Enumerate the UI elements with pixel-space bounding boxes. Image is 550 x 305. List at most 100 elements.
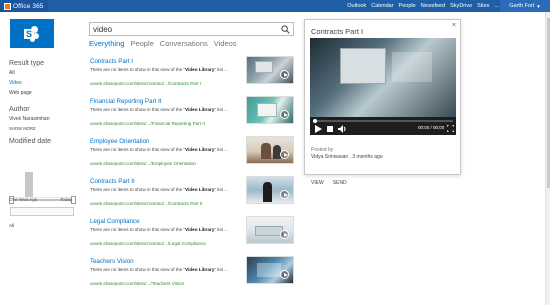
result-url[interactable]: vavek.sharepoint.com/sites/.../Employee … <box>90 161 196 166</box>
posted-by-label: Posted by <box>311 147 334 153</box>
sharepoint-site-logo[interactable]: S <box>10 19 54 48</box>
video-thumbnail[interactable] <box>246 176 294 204</box>
video-thumbnail[interactable] <box>246 96 294 124</box>
hover-panel: Contracts Part I × 00:00 / 00:00 Posted … <box>304 19 461 186</box>
result-item: Contracts Part I There are no items to s… <box>89 56 295 94</box>
video-thumbnail[interactable] <box>246 56 294 84</box>
close-icon[interactable]: × <box>452 22 456 29</box>
tab-videos[interactable]: Videos <box>214 39 237 48</box>
suite-link-calendar[interactable]: Calendar <box>371 3 393 9</box>
result-snippet: There are no items to show in this view … <box>90 107 229 112</box>
refiner-item-web-page[interactable]: Web page <box>9 90 79 96</box>
result-title[interactable]: Teachers Vision <box>90 258 134 265</box>
office-logo-icon <box>4 2 11 10</box>
result-title[interactable]: Employee Orientation <box>90 138 150 145</box>
refiner-item-all[interactable]: All <box>9 70 79 76</box>
refiner-heading-author: Author <box>9 106 30 113</box>
search-box <box>89 22 294 36</box>
suite-link-people[interactable]: People <box>399 3 416 9</box>
search-verticals: Everything People Conversations Videos <box>89 39 237 48</box>
suite-link-sites[interactable]: Sites <box>477 3 489 9</box>
video-thumbnail[interactable] <box>246 216 294 244</box>
date-range-box <box>10 207 74 216</box>
result-snippet: There are no items to show in this view … <box>90 187 229 192</box>
office365-brand[interactable]: Office 365 <box>0 0 48 12</box>
posted-by-author[interactable]: Vidya Srinivasan , 3 months ago <box>311 154 383 160</box>
result-snippet: There are no items to show in this view … <box>90 267 229 272</box>
search-icon[interactable] <box>281 25 290 34</box>
video-player[interactable] <box>310 38 456 117</box>
play-icon <box>280 230 289 239</box>
result-item: Contracts Part II There are no items to … <box>89 176 295 214</box>
search-input[interactable] <box>93 24 278 35</box>
video-content <box>340 48 386 84</box>
video-thumbnail[interactable] <box>246 136 294 164</box>
user-name: Garth Fort <box>509 3 535 9</box>
play-icon <box>280 110 289 119</box>
view-button[interactable]: VIEW <box>311 180 324 186</box>
brand-label: Office 365 <box>13 2 44 10</box>
refiner-item-video[interactable]: Video <box>9 80 79 86</box>
suite-link-newsfeed[interactable]: Newsfeed <box>421 3 445 9</box>
user-menu[interactable]: Garth Fort ▼ <box>500 0 550 12</box>
thumbnail-content <box>257 263 281 277</box>
tab-everything[interactable]: Everything <box>89 39 124 48</box>
stop-icon[interactable] <box>326 125 334 133</box>
video-thumbnail[interactable] <box>246 256 294 284</box>
video-time: 00:00 / 00:00 <box>418 125 445 130</box>
suite-link-skydrive[interactable]: SkyDrive <box>450 3 472 9</box>
refiner-panel: Result type All Video Web page Author Vi… <box>9 60 79 148</box>
play-icon <box>280 270 289 279</box>
result-snippet: There are no items to show in this view … <box>90 147 229 152</box>
play-icon[interactable] <box>314 125 322 133</box>
thumbnail-content <box>263 182 272 202</box>
fullscreen-icon[interactable] <box>447 125 454 132</box>
result-title[interactable]: Contracts Part I <box>90 58 133 65</box>
page-scrollbar[interactable] <box>545 12 550 305</box>
thumbnail-content <box>261 143 271 159</box>
slider-all-label[interactable]: All <box>9 224 14 229</box>
result-url[interactable]: vavek.sharepoint.com/sites/.../Financial… <box>90 121 205 126</box>
result-snippet: There are no items to show in this view … <box>90 67 229 72</box>
modified-date-histogram <box>9 172 75 198</box>
chevron-down-icon: ▼ <box>536 3 541 9</box>
thumbnail-content <box>255 61 273 73</box>
result-item: Teachers Vision There are no items to sh… <box>89 256 295 294</box>
slider-label-start: One Year Ago <box>9 197 38 202</box>
refiner-heading-result-type: Result type <box>9 60 45 67</box>
hover-panel-title: Contracts Part I <box>311 27 364 36</box>
result-item: Employee Orientation There are no items … <box>89 136 295 174</box>
play-icon <box>280 190 289 199</box>
video-controls: 00:00 / 00:00 <box>310 117 456 135</box>
volume-icon[interactable] <box>338 125 347 133</box>
result-item: Legal Compliance There are no items to s… <box>89 216 295 254</box>
histogram-bar <box>25 172 33 198</box>
search-results-page: Office 365 Outlook Calendar People Newsf… <box>0 0 550 305</box>
result-url[interactable]: vavek.sharepoint.com/sites/contoso/.../C… <box>90 201 202 206</box>
more-ellipsis-button[interactable]: ... <box>494 3 499 9</box>
suite-link-outlook[interactable]: Outlook <box>347 3 366 9</box>
result-snippet: There are no items to show in this view … <box>90 227 229 232</box>
seek-handle[interactable] <box>313 119 317 123</box>
tab-conversations[interactable]: Conversations <box>160 39 208 48</box>
result-title[interactable]: Financial Reporting Part II <box>90 98 162 105</box>
result-title[interactable]: Legal Compliance <box>90 218 140 225</box>
result-title[interactable]: Contracts Part II <box>90 178 135 185</box>
result-url[interactable]: vavek.sharepoint.com/sites/contoso/.../L… <box>90 241 206 246</box>
result-url[interactable]: vavek.sharepoint.com/sites/contoso/.../C… <box>90 81 201 86</box>
play-icon <box>280 150 289 159</box>
slider-label-end: Today <box>60 197 73 202</box>
refiner-heading-modified-date: Modified date <box>9 138 52 145</box>
send-button[interactable]: SEND <box>333 180 347 186</box>
hover-panel-actions: VIEW SEND <box>311 180 347 186</box>
suite-links: Outlook Calendar People Newsfeed SkyDriv… <box>347 0 499 12</box>
tab-people[interactable]: People <box>130 39 153 48</box>
video-content <box>392 52 432 82</box>
suite-bar: Office 365 Outlook Calendar People Newsf… <box>0 0 550 12</box>
result-url[interactable]: vavek.sharepoint.com/sites/.../Teachers … <box>90 281 184 286</box>
refiner-author-item[interactable]: Vivek Narasimhan <box>9 116 79 122</box>
sharepoint-icon: S <box>24 25 40 42</box>
video-seek-bar[interactable] <box>313 119 453 123</box>
play-icon <box>280 70 289 79</box>
result-item: Financial Reporting Part II There are no… <box>89 96 295 134</box>
